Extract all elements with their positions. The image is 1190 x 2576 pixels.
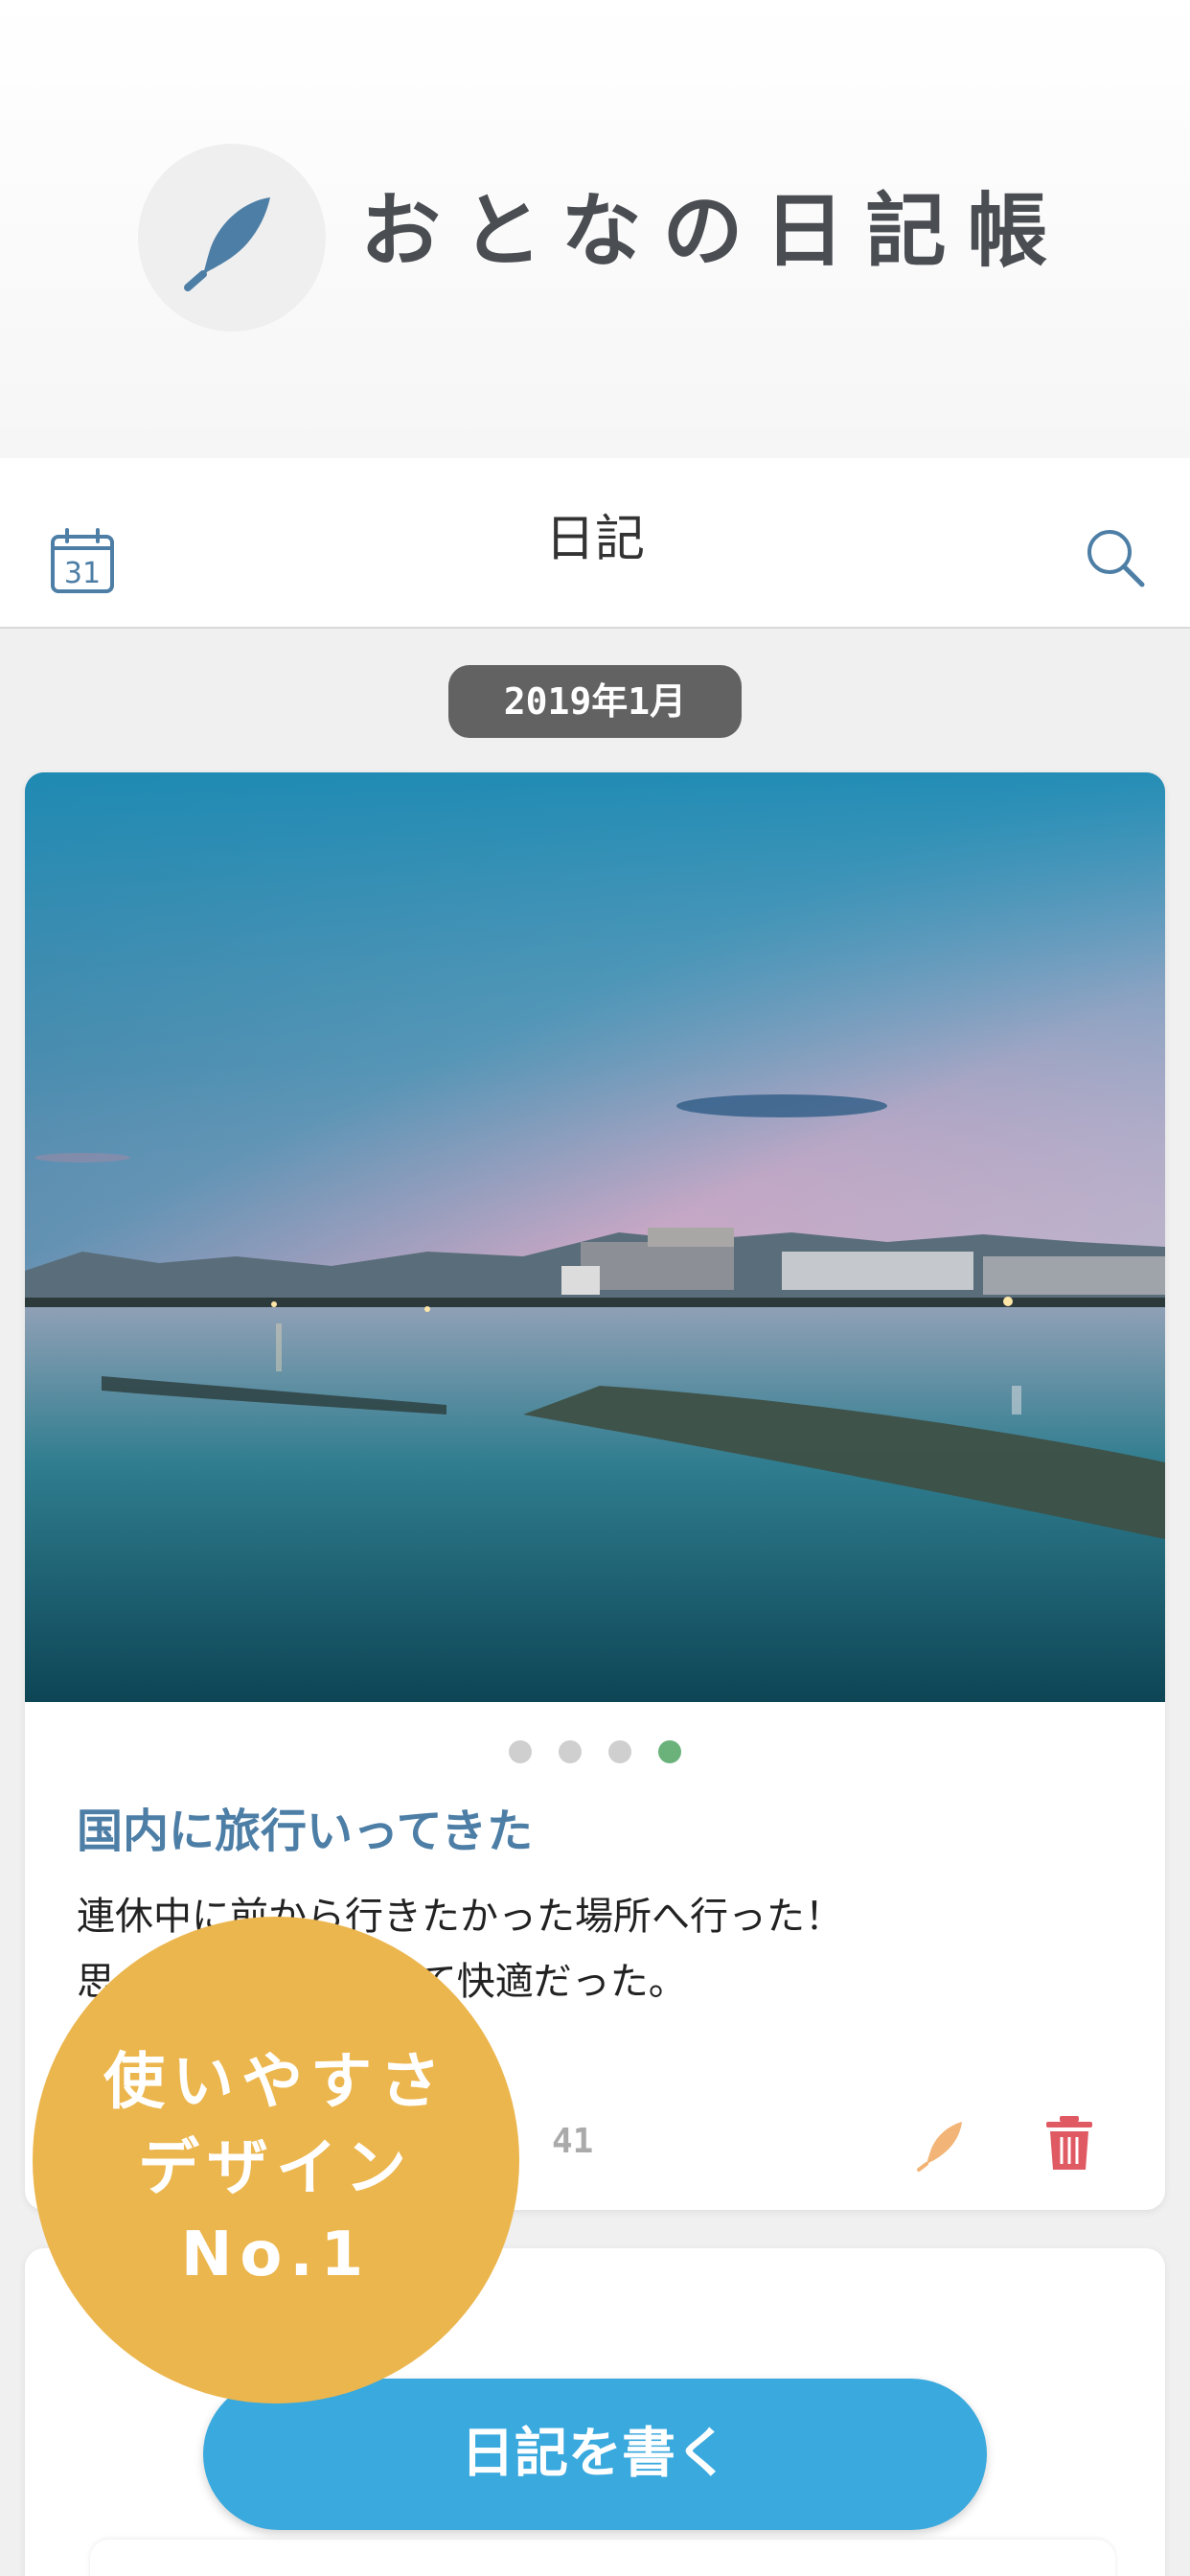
- app-title: おとなの日記帳: [360, 184, 1069, 278]
- pager-dot-active[interactable]: [658, 1740, 681, 1763]
- photo-pager[interactable]: [25, 1740, 1165, 1765]
- entry-photo[interactable]: [25, 772, 1165, 1702]
- entry-time: 41: [552, 2122, 594, 2161]
- edit-button[interactable]: [914, 2118, 968, 2175]
- promo-badge: 使いやすさ デザイン No.1: [33, 1917, 519, 2404]
- feather-icon: [917, 2122, 962, 2172]
- search-button[interactable]: [1085, 527, 1146, 592]
- write-diary-button[interactable]: 日記を書く: [203, 2379, 987, 2530]
- app-logo: [138, 144, 326, 332]
- pager-dot[interactable]: [509, 1740, 532, 1763]
- pager-dot[interactable]: [559, 1740, 582, 1763]
- nav-bar: 31 日記: [0, 458, 1190, 629]
- diary-entry-card[interactable]: [90, 2540, 1115, 2576]
- entry-title[interactable]: 国内に旅行いってきた: [77, 1798, 533, 1865]
- badge-line: 使いやすさ: [103, 2047, 448, 2118]
- page-title: 日記: [544, 511, 645, 568]
- search-icon: [1087, 530, 1145, 587]
- badge-line: No.1: [180, 2220, 372, 2290]
- month-label: 2019年1月: [448, 665, 742, 738]
- delete-button[interactable]: [1044, 2114, 1094, 2175]
- app-header: おとなの日記帳: [0, 0, 1190, 458]
- badge-line: デザイン: [138, 2133, 414, 2204]
- trash-icon: [1046, 2116, 1092, 2170]
- pager-dot[interactable]: [608, 1740, 631, 1763]
- feather-icon: [184, 197, 270, 291]
